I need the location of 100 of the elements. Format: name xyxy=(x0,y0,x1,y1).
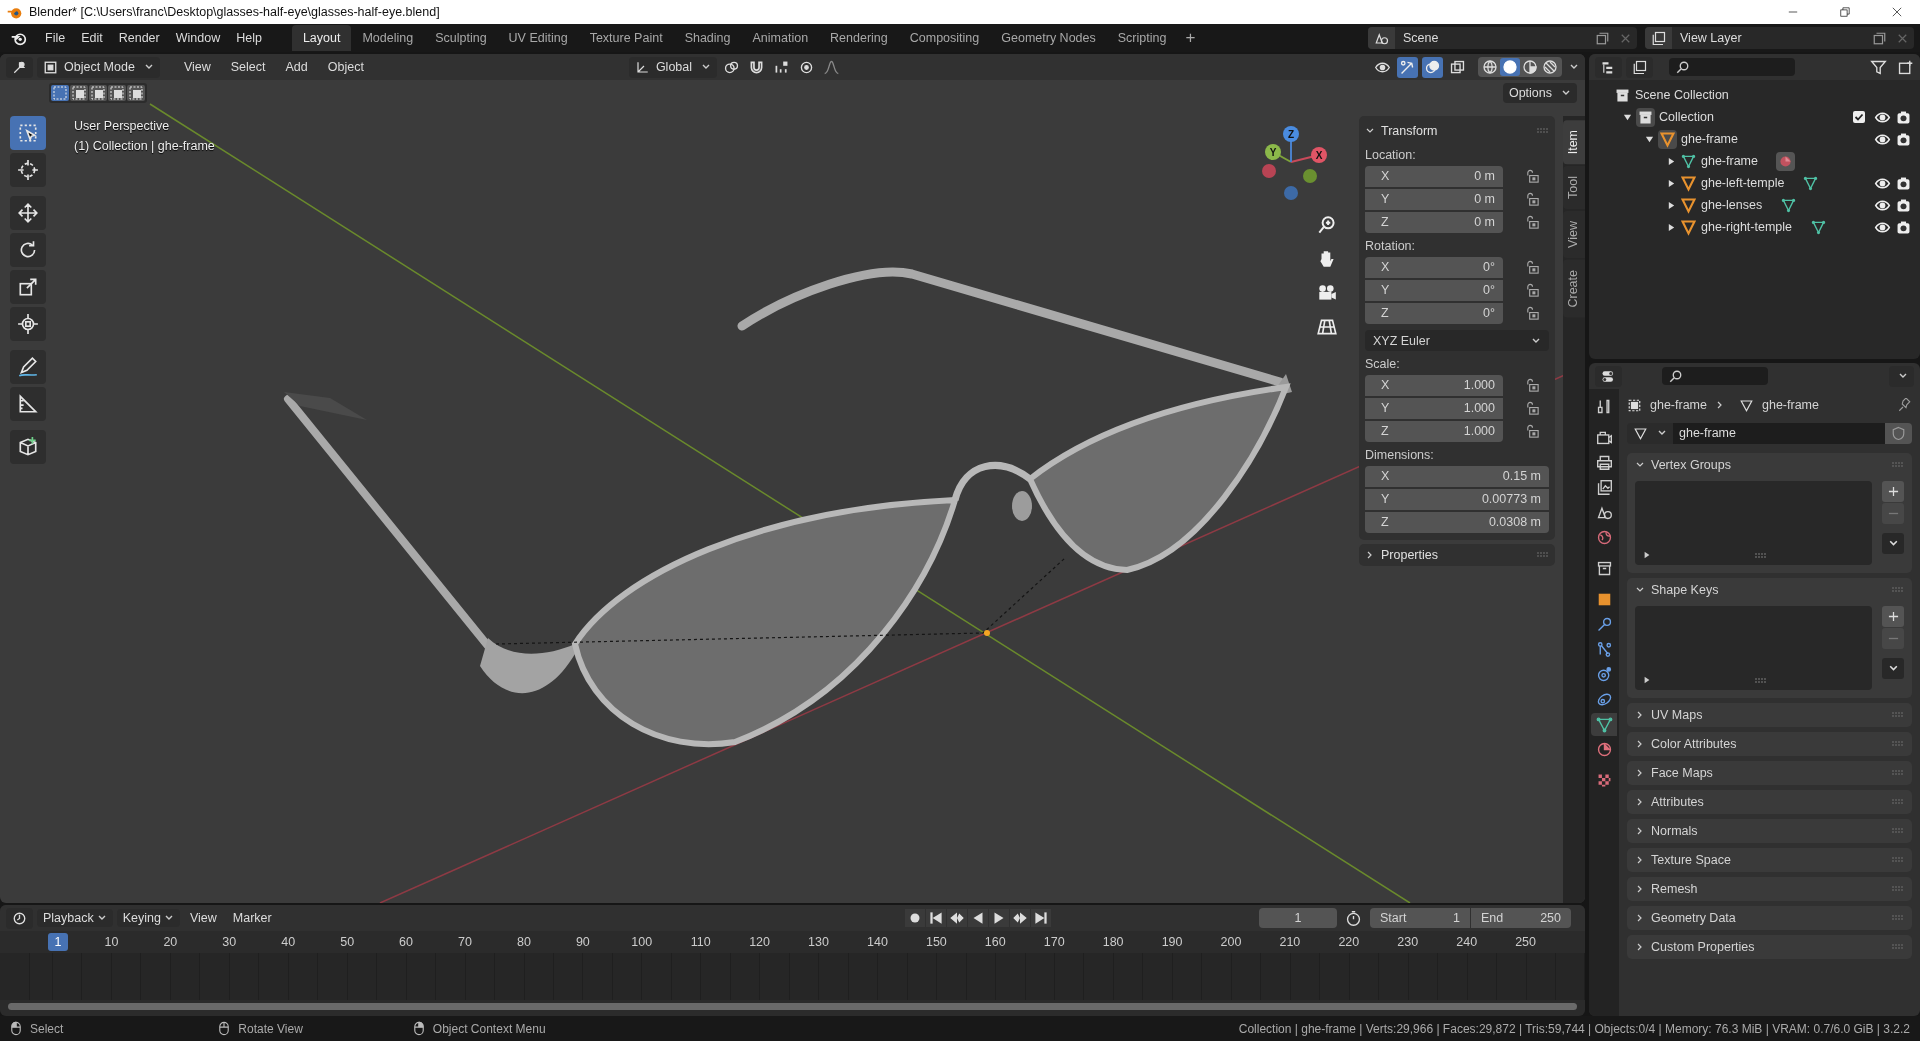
disclosure-triangle-icon[interactable] xyxy=(1623,112,1632,122)
add-workspace-button[interactable]: + xyxy=(1177,28,1204,48)
panel-header[interactable]: Color Attributes xyxy=(1627,732,1912,756)
menu-item[interactable]: Object xyxy=(319,57,372,77)
disclosure-triangle-icon[interactable] xyxy=(1667,222,1676,232)
unlock-icon[interactable] xyxy=(1525,305,1540,321)
jump-start-icon[interactable] xyxy=(926,909,947,927)
search-field[interactable] xyxy=(1662,367,1768,385)
unlock-icon[interactable] xyxy=(1525,191,1540,207)
menu-item[interactable]: Playback xyxy=(37,909,113,927)
workspace-tab[interactable]: Shading xyxy=(673,25,742,51)
menu-item[interactable]: Render xyxy=(110,28,168,48)
tool-button[interactable] xyxy=(10,196,46,230)
zoom-icon[interactable] xyxy=(1316,214,1338,236)
editor-type-button[interactable] xyxy=(6,907,33,929)
record-icon[interactable] xyxy=(905,909,926,927)
workspace-tab[interactable]: Compositing xyxy=(898,25,991,51)
panel-header[interactable]: Texture Space xyxy=(1627,848,1912,872)
disclosure-triangle-icon[interactable] xyxy=(1667,156,1676,166)
mesh-browse-button[interactable] xyxy=(1627,422,1673,444)
axis-handle[interactable] xyxy=(1303,169,1317,183)
fake-user-button[interactable] xyxy=(1885,422,1912,444)
panel-title[interactable]: Properties xyxy=(1381,548,1438,562)
number-field[interactable]: Y 0° xyxy=(1365,279,1503,301)
editor-type-button[interactable] xyxy=(1595,56,1622,78)
current-frame-field[interactable]: 1 xyxy=(1259,908,1337,928)
number-field[interactable]: Z 0.0308 m xyxy=(1365,511,1549,533)
jump-end-icon[interactable] xyxy=(1031,909,1052,927)
scene-browse-button[interactable] xyxy=(1368,27,1395,49)
outliner-item[interactable]: ghe-frame xyxy=(1701,154,1758,168)
axis-handle[interactable] xyxy=(1262,164,1276,178)
outliner-item[interactable]: ghe-lenses xyxy=(1701,198,1763,212)
menu-item[interactable]: Keying xyxy=(116,909,180,927)
specials-dropdown[interactable] xyxy=(1882,533,1904,554)
selection-mode-icon[interactable] xyxy=(70,85,88,101)
unlock-icon[interactable] xyxy=(1525,423,1540,439)
number-field[interactable]: Y 0.00773 m xyxy=(1365,488,1549,510)
outliner-item[interactable]: Scene Collection xyxy=(1635,88,1729,102)
add-button[interactable] xyxy=(1882,606,1904,627)
outliner-item[interactable]: ghe-frame xyxy=(1681,132,1738,146)
properties-panel-header[interactable]: Properties xyxy=(1359,544,1555,566)
axis-handle[interactable]: X xyxy=(1311,147,1327,163)
name-field[interactable]: ghe-frame xyxy=(1673,422,1885,444)
unlock-icon[interactable] xyxy=(1525,282,1540,298)
end-frame-field[interactable]: End 250 xyxy=(1471,908,1571,928)
duplicate-icon[interactable] xyxy=(1872,30,1887,46)
tool-button[interactable] xyxy=(10,430,46,464)
duplicate-icon[interactable] xyxy=(1595,30,1610,46)
tool-button[interactable] xyxy=(10,270,46,304)
filter-icon[interactable] xyxy=(1870,58,1887,76)
panel-title[interactable]: Transform xyxy=(1381,124,1438,138)
workspace-tab[interactable]: Modeling xyxy=(351,25,425,51)
material-sphere-icon[interactable] xyxy=(1520,58,1540,76)
workspace-tab[interactable]: Geometry Nodes xyxy=(990,25,1107,51)
menu-item[interactable]: Edit xyxy=(73,28,111,48)
properties-tab[interactable] xyxy=(1591,713,1617,736)
tool-button[interactable] xyxy=(10,350,46,384)
tool-button[interactable] xyxy=(10,233,46,267)
pin-icon[interactable] xyxy=(1897,397,1912,413)
number-field[interactable]: X 1.000 xyxy=(1365,374,1503,396)
menu-item[interactable]: Marker xyxy=(226,909,278,927)
disclosure-triangle-icon[interactable] xyxy=(1667,200,1676,210)
options-dropdown[interactable]: Options xyxy=(1502,83,1577,103)
rendered-sphere-icon[interactable] xyxy=(1540,58,1560,76)
menu-item[interactable]: Select xyxy=(222,57,274,77)
outliner-item[interactable]: ghe-right-temple xyxy=(1701,220,1792,234)
editor-type-button[interactable] xyxy=(6,56,33,78)
workspace-tab[interactable]: Rendering xyxy=(819,25,899,51)
mesh-triangle-icon[interactable] xyxy=(1780,196,1798,214)
scrollbar[interactable] xyxy=(8,1003,1577,1010)
panel-header[interactable]: UV Maps xyxy=(1627,703,1912,727)
editor-type-button[interactable] xyxy=(1595,365,1622,387)
axis-handle[interactable] xyxy=(1284,186,1298,200)
play-icon[interactable] xyxy=(989,909,1010,927)
grip-icon[interactable] xyxy=(1537,128,1549,134)
tool-button[interactable] xyxy=(10,307,46,341)
menu-item[interactable]: View xyxy=(183,909,223,927)
stopwatch-icon[interactable] xyxy=(1345,909,1362,927)
breadcrumb-item[interactable]: ghe-frame xyxy=(1762,398,1819,412)
menu-item[interactable]: Help xyxy=(228,28,270,48)
panel-header[interactable]: Vertex Groups xyxy=(1627,453,1912,477)
sidebar-tab[interactable]: Item xyxy=(1563,120,1585,165)
disclosure-triangle-icon[interactable] xyxy=(1667,178,1676,188)
search-field[interactable] xyxy=(1669,58,1795,76)
next-keyframe-icon[interactable] xyxy=(1010,909,1031,927)
add-button[interactable] xyxy=(1882,481,1904,502)
panel-header[interactable]: Geometry Data xyxy=(1627,906,1912,930)
panel-header[interactable]: Face Maps xyxy=(1627,761,1912,785)
display-mode-button[interactable] xyxy=(1626,56,1653,78)
selection-mode-icon[interactable] xyxy=(51,85,69,101)
resize-grip-icon[interactable] xyxy=(1755,678,1767,684)
number-field[interactable]: X 0 m xyxy=(1365,165,1503,187)
menu-item[interactable]: File xyxy=(37,28,74,48)
rotation-mode-dropdown[interactable]: XYZ Euler xyxy=(1365,330,1549,351)
orientation-dropdown[interactable]: Global xyxy=(628,56,718,78)
tool-button[interactable] xyxy=(10,387,46,421)
axis-handle[interactable]: Y xyxy=(1265,144,1281,160)
workspace-tab[interactable]: Sculpting xyxy=(424,25,498,51)
workspace-tab[interactable]: Animation xyxy=(741,25,820,51)
menu-item[interactable]: Window xyxy=(167,28,229,48)
